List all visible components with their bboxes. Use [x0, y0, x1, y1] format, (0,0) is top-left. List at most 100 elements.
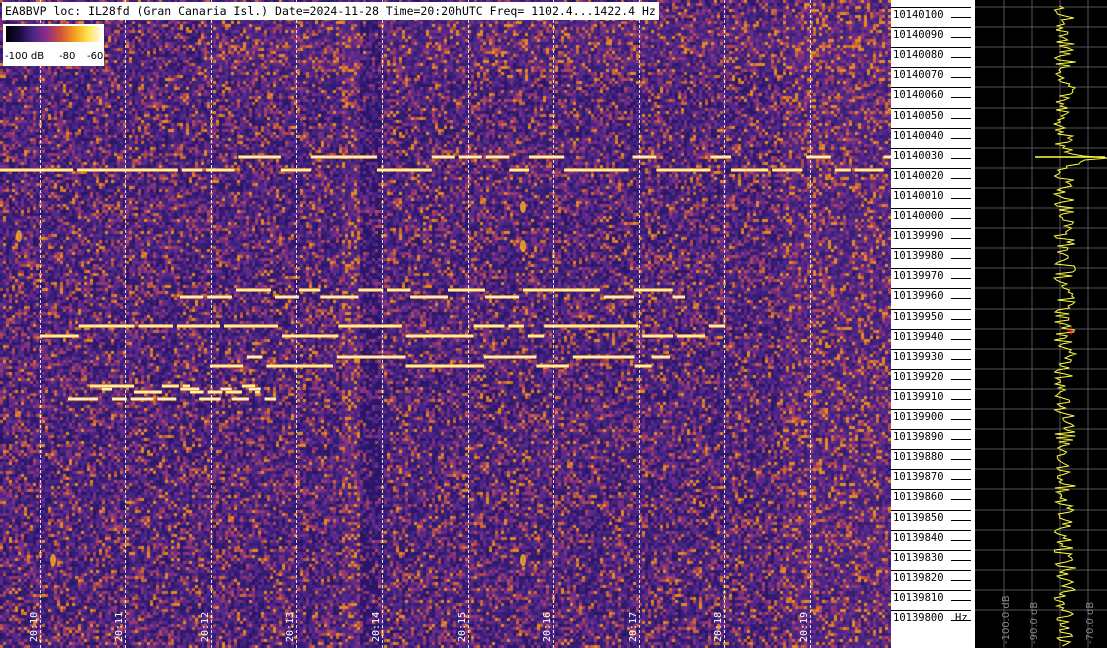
- frequency-tick: [891, 67, 971, 68]
- frequency-tick: [891, 228, 971, 229]
- frequency-minor-tick: [951, 238, 971, 239]
- frequency-tick: [891, 429, 971, 430]
- frequency-tick: [891, 369, 971, 370]
- frequency-tick: [891, 610, 971, 611]
- time-gridline: [553, 0, 554, 648]
- frequency-label: 10140100: [893, 9, 944, 21]
- frequency-tick: [891, 570, 971, 571]
- frequency-unit: Hz: [955, 612, 968, 624]
- frequency-minor-tick: [951, 419, 971, 420]
- color-scale-legend: -100 dB -80 -60: [3, 24, 104, 66]
- frequency-tick: [891, 489, 971, 490]
- frequency-tick: [891, 248, 971, 249]
- time-label-text: 20:10: [29, 611, 40, 642]
- frequency-label: 10139960: [893, 290, 944, 302]
- frequency-minor-tick: [951, 218, 971, 219]
- frequency-label: 10139810: [893, 592, 944, 604]
- time-gridline: [125, 0, 126, 648]
- time-gridline: [639, 0, 640, 648]
- frequency-minor-tick: [951, 298, 971, 299]
- frequency-label: 10140070: [893, 69, 944, 81]
- time-gridline: [810, 0, 811, 648]
- time-label: 20:14: [368, 596, 382, 642]
- time-grid: 20:10 20:11 20:12 20:13 20:14 20:15 20:16 20:17…: [0, 0, 891, 648]
- time-label: 20:10: [26, 596, 40, 642]
- frequency-minor-tick: [951, 178, 971, 179]
- frequency-label: 10140040: [893, 130, 944, 142]
- frequency-minor-tick: [951, 439, 971, 440]
- frequency-minor-tick: [951, 560, 971, 561]
- frequency-tick: [891, 47, 971, 48]
- frequency-minor-tick: [951, 520, 971, 521]
- frequency-tick: [891, 329, 971, 330]
- time-label-text: 20:18: [713, 611, 724, 642]
- frequency-tick: [891, 449, 971, 450]
- time-label: 20:12: [197, 596, 211, 642]
- time-gridline: [382, 0, 383, 648]
- time-label-text: 20:16: [542, 611, 553, 642]
- frequency-tick: [891, 309, 971, 310]
- frequency-tick: [891, 148, 971, 149]
- frequency-minor-tick: [951, 37, 971, 38]
- frequency-minor-tick: [951, 319, 971, 320]
- legend-max-label: -60: [87, 51, 104, 62]
- frequency-tick: [891, 108, 971, 109]
- frequency-minor-tick: [951, 118, 971, 119]
- frequency-minor-tick: [951, 600, 971, 601]
- frequency-label: 10140000: [893, 210, 944, 222]
- frequency-tick: [891, 128, 971, 129]
- time-label-text: 20:17: [628, 611, 639, 642]
- frequency-label: 10140050: [893, 110, 944, 122]
- frequency-tick: [891, 409, 971, 410]
- frequency-label: 10139800: [893, 612, 944, 624]
- frequency-label: 10139980: [893, 250, 944, 262]
- time-gridline: [724, 0, 725, 648]
- frequency-tick: [891, 590, 971, 591]
- time-label-text: 20:14: [371, 611, 382, 642]
- time-label: 20:11: [111, 596, 125, 642]
- frequency-minor-tick: [951, 339, 971, 340]
- frequency-label: 10139950: [893, 311, 944, 323]
- frequency-label: 10139870: [893, 471, 944, 483]
- frequency-minor-tick: [951, 138, 971, 139]
- time-label: 20:18: [710, 596, 724, 642]
- frequency-tick: [891, 550, 971, 551]
- legend-min-label: -100 dB: [5, 51, 45, 62]
- frequency-tick: [891, 349, 971, 350]
- time-label-text: 20:13: [285, 611, 296, 642]
- frequency-label: 10139990: [893, 230, 944, 242]
- frequency-minor-tick: [951, 278, 971, 279]
- frequency-scale: 10140100 10140090 10140080 10140070 10140060…: [891, 0, 975, 648]
- db-label: -100.0 dB: [1000, 594, 1014, 644]
- time-gridline: [468, 0, 469, 648]
- frequency-tick: [891, 288, 971, 289]
- time-label: 20:16: [539, 596, 553, 642]
- frequency-tick: [891, 27, 971, 28]
- time-label-text: 20:11: [114, 611, 125, 642]
- frequency-label: 10140060: [893, 89, 944, 101]
- frequency-minor-tick: [951, 158, 971, 159]
- frequency-label: 10140020: [893, 170, 944, 182]
- frequency-minor-tick: [951, 399, 971, 400]
- waterfall-display[interactable]: 20:10 20:11 20:12 20:13 20:14 20:15 20:16 20:17…: [0, 0, 891, 648]
- info-header: EA8BVP loc: IL28fd (Gran Canaria Isl.) D…: [2, 2, 659, 20]
- frequency-label: 10139910: [893, 391, 944, 403]
- frequency-tick: [891, 87, 971, 88]
- frequency-tick: [891, 268, 971, 269]
- frequency-tick: [891, 510, 971, 511]
- color-scale-bar: [6, 26, 101, 42]
- frequency-label: 10139830: [893, 552, 944, 564]
- frequency-minor-tick: [951, 258, 971, 259]
- frequency-label: 10139860: [893, 491, 944, 503]
- db-label: -90.0 dB: [1028, 594, 1042, 644]
- frequency-label: 10139820: [893, 572, 944, 584]
- spectrum-panel: -100.0 dB -90.0 dB -70.0 dB: [975, 0, 1107, 648]
- db-label: -70.0 dB: [1084, 594, 1098, 644]
- db-label-text: -100.0 dB: [1001, 595, 1012, 644]
- frequency-tick: [891, 208, 971, 209]
- time-label: 20:19: [796, 596, 810, 642]
- frequency-label: 10140090: [893, 29, 944, 41]
- time-label: 20:17: [625, 596, 639, 642]
- frequency-minor-tick: [951, 77, 971, 78]
- time-label: 20:15: [454, 596, 468, 642]
